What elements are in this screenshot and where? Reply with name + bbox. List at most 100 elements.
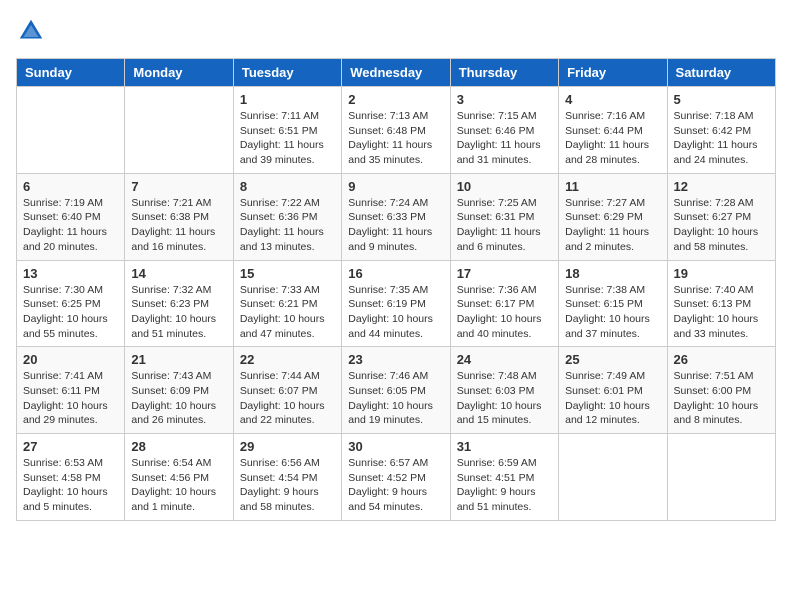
day-number: 9 — [348, 179, 443, 194]
day-detail: Sunrise: 7:27 AM Sunset: 6:29 PM Dayligh… — [565, 196, 660, 255]
calendar-day-cell: 30Sunrise: 6:57 AM Sunset: 4:52 PM Dayli… — [342, 434, 450, 521]
calendar-week-row: 1Sunrise: 7:11 AM Sunset: 6:51 PM Daylig… — [17, 87, 776, 174]
calendar-day-cell: 14 Sunrise: 7:32 AM Sunset: 6:23 PM Dayli… — [125, 260, 233, 347]
calendar-day-cell: 27 Sunrise: 6:53 AM Sunset: 4:58 PM Dayli… — [17, 434, 125, 521]
day-number: 7 — [131, 179, 226, 194]
calendar-day-cell: 16Sunrise: 7:35 AM Sunset: 6:19 PM Dayli… — [342, 260, 450, 347]
day-detail: Sunrise: 7:46 AM Sunset: 6:05 PM Dayligh… — [348, 369, 443, 428]
day-detail: Sunrise: 7:25 AM Sunset: 6:31 PM Dayligh… — [457, 196, 552, 255]
day-number: 11 — [565, 179, 660, 194]
calendar-day-cell: 6Sunrise: 7:19 AM Sunset: 6:40 PM Daylig… — [17, 173, 125, 260]
day-number: 29 — [240, 439, 335, 454]
calendar-day-cell: 25 Sunrise: 7:49 AM Sunset: 6:01 PM Dayli… — [559, 347, 667, 434]
day-of-week-header: Friday — [559, 59, 667, 87]
day-detail: Sunrise: 7:32 AM Sunset: 6:23 PM Dayligh… — [131, 283, 226, 342]
day-detail: Sunrise: 7:43 AM Sunset: 6:09 PM Dayligh… — [131, 369, 226, 428]
day-number: 5 — [674, 92, 769, 107]
day-detail: Sunrise: 7:51 AM Sunset: 6:00 PM Dayligh… — [674, 369, 769, 428]
calendar-day-cell: 9 Sunrise: 7:24 AM Sunset: 6:33 PM Daylig… — [342, 173, 450, 260]
calendar-day-cell: 2 Sunrise: 7:13 AM Sunset: 6:48 PM Daylig… — [342, 87, 450, 174]
calendar-day-cell — [667, 434, 775, 521]
day-detail: Sunrise: 7:40 AM Sunset: 6:13 PM Dayligh… — [674, 283, 769, 342]
day-number: 15 — [240, 266, 335, 281]
day-detail: Sunrise: 7:18 AM Sunset: 6:42 PM Dayligh… — [674, 109, 769, 168]
logo — [16, 16, 50, 46]
day-detail: Sunrise: 6:56 AM Sunset: 4:54 PM Dayligh… — [240, 456, 335, 515]
calendar-day-cell: 23 Sunrise: 7:46 AM Sunset: 6:05 PM Dayli… — [342, 347, 450, 434]
day-number: 12 — [674, 179, 769, 194]
logo-icon — [16, 16, 46, 46]
day-number: 25 — [565, 352, 660, 367]
calendar-day-cell — [17, 87, 125, 174]
calendar-week-row: 6Sunrise: 7:19 AM Sunset: 6:40 PM Daylig… — [17, 173, 776, 260]
day-number: 28 — [131, 439, 226, 454]
calendar-week-row: 13Sunrise: 7:30 AM Sunset: 6:25 PM Dayli… — [17, 260, 776, 347]
calendar-day-cell: 3 Sunrise: 7:15 AM Sunset: 6:46 PM Daylig… — [450, 87, 558, 174]
day-detail: Sunrise: 7:19 AM Sunset: 6:40 PM Dayligh… — [23, 196, 118, 255]
day-detail: Sunrise: 7:36 AM Sunset: 6:17 PM Dayligh… — [457, 283, 552, 342]
calendar-day-cell: 12 Sunrise: 7:28 AM Sunset: 6:27 PM Dayli… — [667, 173, 775, 260]
day-number: 23 — [348, 352, 443, 367]
day-detail: Sunrise: 7:24 AM Sunset: 6:33 PM Dayligh… — [348, 196, 443, 255]
day-detail: Sunrise: 7:21 AM Sunset: 6:38 PM Dayligh… — [131, 196, 226, 255]
day-number: 24 — [457, 352, 552, 367]
day-number: 20 — [23, 352, 118, 367]
day-of-week-header: Sunday — [17, 59, 125, 87]
day-detail: Sunrise: 6:59 AM Sunset: 4:51 PM Dayligh… — [457, 456, 552, 515]
calendar-day-cell: 21 Sunrise: 7:43 AM Sunset: 6:09 PM Dayli… — [125, 347, 233, 434]
day-of-week-header: Tuesday — [233, 59, 341, 87]
day-detail: Sunrise: 7:41 AM Sunset: 6:11 PM Dayligh… — [23, 369, 118, 428]
calendar-day-cell: 22 Sunrise: 7:44 AM Sunset: 6:07 PM Dayli… — [233, 347, 341, 434]
day-detail: Sunrise: 6:54 AM Sunset: 4:56 PM Dayligh… — [131, 456, 226, 515]
calendar-day-cell: 29 Sunrise: 6:56 AM Sunset: 4:54 PM Dayli… — [233, 434, 341, 521]
calendar-header-row: SundayMondayTuesdayWednesdayThursdayFrid… — [17, 59, 776, 87]
day-number: 14 — [131, 266, 226, 281]
calendar-day-cell: 5 Sunrise: 7:18 AM Sunset: 6:42 PM Daylig… — [667, 87, 775, 174]
day-detail: Sunrise: 7:38 AM Sunset: 6:15 PM Dayligh… — [565, 283, 660, 342]
day-of-week-header: Monday — [125, 59, 233, 87]
calendar-week-row: 20 Sunrise: 7:41 AM Sunset: 6:11 PM Dayli… — [17, 347, 776, 434]
day-number: 4 — [565, 92, 660, 107]
calendar-day-cell: 10 Sunrise: 7:25 AM Sunset: 6:31 PM Dayli… — [450, 173, 558, 260]
page-header — [16, 16, 776, 46]
day-number: 1 — [240, 92, 335, 107]
calendar-day-cell: 4 Sunrise: 7:16 AM Sunset: 6:44 PM Daylig… — [559, 87, 667, 174]
calendar-day-cell: 20 Sunrise: 7:41 AM Sunset: 6:11 PM Dayli… — [17, 347, 125, 434]
day-detail: Sunrise: 7:49 AM Sunset: 6:01 PM Dayligh… — [565, 369, 660, 428]
day-number: 30 — [348, 439, 443, 454]
calendar-day-cell: 31Sunrise: 6:59 AM Sunset: 4:51 PM Dayli… — [450, 434, 558, 521]
day-of-week-header: Saturday — [667, 59, 775, 87]
calendar-day-cell: 11 Sunrise: 7:27 AM Sunset: 6:29 PM Dayli… — [559, 173, 667, 260]
day-detail: Sunrise: 7:16 AM Sunset: 6:44 PM Dayligh… — [565, 109, 660, 168]
calendar-week-row: 27 Sunrise: 6:53 AM Sunset: 4:58 PM Dayli… — [17, 434, 776, 521]
day-number: 18 — [565, 266, 660, 281]
day-detail: Sunrise: 7:15 AM Sunset: 6:46 PM Dayligh… — [457, 109, 552, 168]
day-number: 21 — [131, 352, 226, 367]
day-number: 27 — [23, 439, 118, 454]
calendar-day-cell: 7 Sunrise: 7:21 AM Sunset: 6:38 PM Daylig… — [125, 173, 233, 260]
day-number: 10 — [457, 179, 552, 194]
day-detail: Sunrise: 6:53 AM Sunset: 4:58 PM Dayligh… — [23, 456, 118, 515]
day-detail: Sunrise: 7:48 AM Sunset: 6:03 PM Dayligh… — [457, 369, 552, 428]
day-number: 3 — [457, 92, 552, 107]
calendar-day-cell: 28 Sunrise: 6:54 AM Sunset: 4:56 PM Dayli… — [125, 434, 233, 521]
day-detail: Sunrise: 7:28 AM Sunset: 6:27 PM Dayligh… — [674, 196, 769, 255]
day-of-week-header: Thursday — [450, 59, 558, 87]
day-number: 16 — [348, 266, 443, 281]
calendar-day-cell: 18 Sunrise: 7:38 AM Sunset: 6:15 PM Dayli… — [559, 260, 667, 347]
day-number: 22 — [240, 352, 335, 367]
day-detail: Sunrise: 7:33 AM Sunset: 6:21 PM Dayligh… — [240, 283, 335, 342]
day-of-week-header: Wednesday — [342, 59, 450, 87]
calendar-day-cell: 8Sunrise: 7:22 AM Sunset: 6:36 PM Daylig… — [233, 173, 341, 260]
day-detail: Sunrise: 7:44 AM Sunset: 6:07 PM Dayligh… — [240, 369, 335, 428]
day-number: 8 — [240, 179, 335, 194]
day-number: 26 — [674, 352, 769, 367]
calendar-day-cell: 17Sunrise: 7:36 AM Sunset: 6:17 PM Dayli… — [450, 260, 558, 347]
calendar-table: SundayMondayTuesdayWednesdayThursdayFrid… — [16, 58, 776, 521]
calendar-day-cell: 19 Sunrise: 7:40 AM Sunset: 6:13 PM Dayli… — [667, 260, 775, 347]
day-number: 19 — [674, 266, 769, 281]
day-detail: Sunrise: 7:13 AM Sunset: 6:48 PM Dayligh… — [348, 109, 443, 168]
day-detail: Sunrise: 7:30 AM Sunset: 6:25 PM Dayligh… — [23, 283, 118, 342]
day-number: 2 — [348, 92, 443, 107]
calendar-day-cell: 26 Sunrise: 7:51 AM Sunset: 6:00 PM Dayli… — [667, 347, 775, 434]
